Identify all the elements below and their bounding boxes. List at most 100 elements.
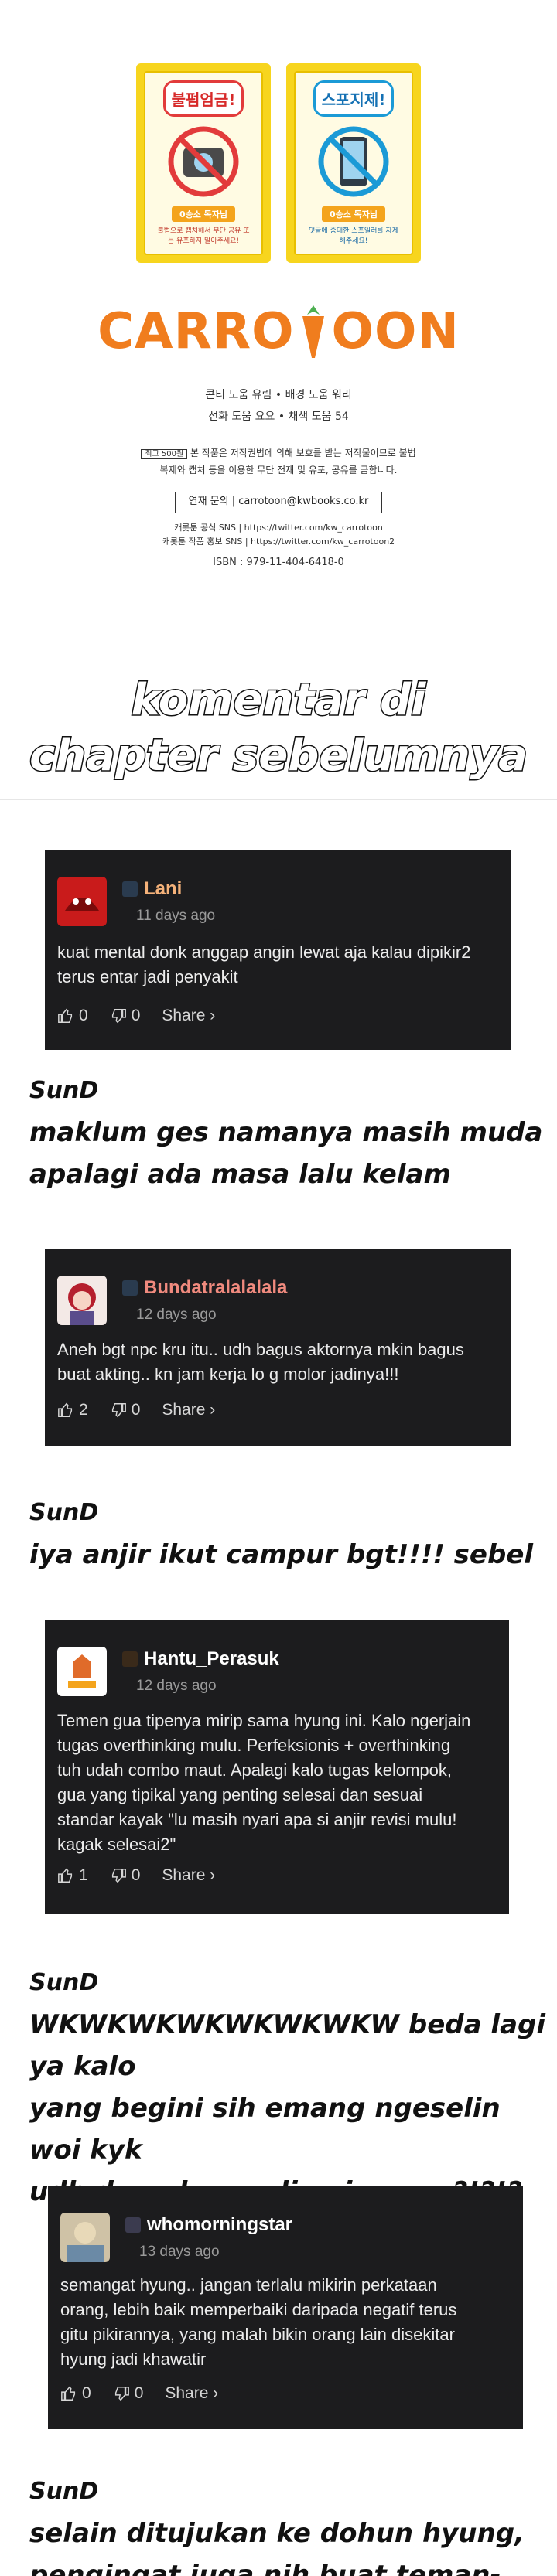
no-camera-icon xyxy=(166,124,241,199)
like-count: 2 xyxy=(79,1401,88,1419)
comment-line: orang, lebih baik memperbaiki daripada n… xyxy=(60,2300,457,2319)
like-button[interactable]: 1 xyxy=(57,1866,88,1885)
no-spoiler-poster: 스포지제! 0승소 독자님 댓글에 중대한 스포일러를 자제해주세요! xyxy=(286,63,421,263)
comment-text: Aneh bgt npc kru itu.. udh bagus aktorny… xyxy=(57,1337,464,1387)
comment-line: gua yang tipikal yang penting selesai da… xyxy=(57,1785,423,1804)
share-button[interactable]: Share › xyxy=(165,2384,218,2403)
notice-tag: 최고 500원 xyxy=(141,449,188,459)
poster-tag: 0승소 독자님 xyxy=(171,206,236,222)
colophon-section: 불펌엄금! 0승소 독자님 불법으로 캡처해서 무단 공유 또는 유포하지 말아… xyxy=(0,0,557,588)
comment-text: semangat hyung.. jangan terlalu mikirin … xyxy=(60,2273,456,2372)
comment-line: hyung jadi khawatir xyxy=(60,2349,207,2369)
comment-line: terus entar jadi penyakit xyxy=(57,967,238,986)
dislike-count: 0 xyxy=(131,1866,141,1884)
notice-text: 본 작품은 저작권법에 의해 보호를 받는 저작물이므로 불법 복제와 캡처 등… xyxy=(159,448,416,475)
dislike-count: 0 xyxy=(131,1401,141,1419)
reply-line: iya anjir ikut campur bgt!!!! sebel xyxy=(29,1539,534,1570)
comment-actions: 0 0 Share › xyxy=(60,2384,218,2403)
credit-line: 선화 도움 요요 • 채색 도움 54 xyxy=(208,411,349,423)
credit-line: 콘티 도움 유림 • 배경 도움 워리 xyxy=(205,389,352,401)
sns-line: 캐롯툰 공식 SNS | https://twitter.com/kw_carr… xyxy=(174,523,383,533)
isbn: ISBN : 979-11-404-6418-0 xyxy=(213,557,344,568)
like-button[interactable]: 0 xyxy=(60,2384,91,2403)
dislike-button[interactable]: 0 xyxy=(110,1401,141,1419)
comment-actions: 2 0 Share › xyxy=(57,1401,215,1419)
commenter-name[interactable]: whomorningstar xyxy=(125,2214,292,2236)
carrotoon-logo: CARRO OON xyxy=(97,300,459,363)
heading-line: komentar di xyxy=(130,674,427,727)
poster-tag: 0승소 독자님 xyxy=(321,206,386,222)
comment-time: 13 days ago xyxy=(139,2244,220,2260)
poster-title: 불펌엄금! xyxy=(162,80,244,117)
commenter-name[interactable]: Bundatralalalala xyxy=(122,1277,287,1299)
thumbs-up-icon xyxy=(58,1008,73,1023)
comment-actions: 0 0 Share › xyxy=(57,1007,215,1025)
comment-actions: 1 0 Share › xyxy=(57,1866,215,1885)
reply-line: pengingat juga nih buat teman-teman xyxy=(29,2560,501,2576)
badge-icon xyxy=(122,881,138,897)
dislike-button[interactable]: 0 xyxy=(110,1007,140,1025)
dislike-count: 0 xyxy=(134,2384,144,2402)
comment-line: gitu pikirannya, yang malah bikin orang … xyxy=(60,2325,455,2344)
comment-text: Temen gua tipenya mirip sama hyung ini. … xyxy=(57,1709,470,1857)
comment-time: 12 days ago xyxy=(136,1307,217,1323)
reply-note: SunD maklum ges namanya masih muda apala… xyxy=(29,1070,542,1195)
like-button[interactable]: 0 xyxy=(57,1007,88,1025)
badge-icon xyxy=(122,1280,138,1296)
thumbs-down-icon xyxy=(114,2387,129,2401)
comment-line: tuh udah combo maut. Apalagi kalo tugas … xyxy=(57,1760,452,1780)
comment-card: whomorningstar 13 days ago semangat hyun… xyxy=(48,2186,523,2429)
divider xyxy=(0,799,557,800)
logo-text-left: CARRO xyxy=(97,303,295,360)
dislike-button[interactable]: 0 xyxy=(113,2384,144,2403)
sns-line: 캐롯툰 작품 홍보 SNS | https://twitter.com/kw_c… xyxy=(162,537,395,547)
comment-card: Lani 11 days ago kuat mental donk anggap… xyxy=(45,850,511,1050)
poster-text: 댓글에 중대한 스포일러를 자제해주세요! xyxy=(308,227,399,245)
thumbs-up-icon xyxy=(58,1402,73,1417)
share-button[interactable]: Share › xyxy=(162,1007,215,1025)
reply-note: SunD WKWKWKWKWKWKWKW beda lagi ya kalo y… xyxy=(29,1962,557,2213)
comment-text: kuat mental donk anggap angin lewat aja … xyxy=(57,940,470,990)
comment-line: semangat hyung.. jangan terlalu mikirin … xyxy=(60,2275,437,2295)
like-button[interactable]: 2 xyxy=(57,1401,88,1419)
comment-line: kagak selesai2" xyxy=(57,1835,176,1854)
reply-note: SunD iya anjir ikut campur bgt!!!! sebel xyxy=(29,1492,533,1576)
carrot-icon xyxy=(296,304,330,359)
reply-line: apalagi ada masa lalu kelam xyxy=(29,1159,451,1190)
commenter-name[interactable]: Hantu_Perasuk xyxy=(122,1648,279,1670)
poster-text: 불법으로 캡처해서 무단 공유 또는 유포하지 말아주세요! xyxy=(157,227,250,245)
reply-note: SunD selain ditujukan ke dohun hyung, pe… xyxy=(29,2471,557,2576)
reply-line: yang begini sih emang ngeselin woi kyk xyxy=(29,2093,501,2165)
share-button[interactable]: Share › xyxy=(162,1401,215,1419)
contact-box: 연재 문의 | carrotoon@kwbooks.co.kr xyxy=(175,492,382,513)
heading-line: chapter sebelumnya xyxy=(29,730,529,782)
commenter-name-label: whomorningstar xyxy=(147,2214,293,2235)
reply-author: SunD xyxy=(29,1969,99,1996)
like-count: 0 xyxy=(82,2384,91,2402)
reply-author: SunD xyxy=(29,2478,99,2505)
thumbs-down-icon xyxy=(111,1009,126,1024)
badge-icon xyxy=(125,2217,141,2233)
avatar xyxy=(57,1276,107,1325)
comment-time: 12 days ago xyxy=(136,1678,217,1694)
thumbs-up-icon xyxy=(58,1868,73,1883)
comment-line: buat akting.. kn jam kerja lo g molor ja… xyxy=(57,1365,399,1384)
like-count: 0 xyxy=(79,1007,88,1024)
thumbs-down-icon xyxy=(111,1869,126,1883)
commenter-name-label: Hantu_Perasuk xyxy=(144,1648,279,1669)
reply-author: SunD xyxy=(29,1499,99,1526)
commenter-name[interactable]: Lani xyxy=(122,878,182,900)
dislike-button[interactable]: 0 xyxy=(110,1866,141,1885)
no-piracy-poster: 불펌엄금! 0승소 독자님 불법으로 캡처해서 무단 공유 또는 유포하지 말아… xyxy=(136,63,271,263)
comment-card: Bundatralalalala 12 days ago Aneh bgt np… xyxy=(45,1249,511,1446)
copyright-notice: 최고 500원 본 작품은 저작권법에 의해 보호를 받는 저작물이므로 불법 … xyxy=(136,445,421,478)
sns-links: 캐롯툰 공식 SNS | https://twitter.com/kw_carr… xyxy=(136,521,421,549)
comment-card: Hantu_Perasuk 12 days ago Temen gua tipe… xyxy=(45,1620,509,1914)
commenter-name-label: Bundatralalalala xyxy=(144,1277,288,1298)
badge-icon xyxy=(122,1651,138,1667)
share-button[interactable]: Share › xyxy=(162,1866,215,1885)
reply-line: selain ditujukan ke dohun hyung, xyxy=(29,2518,525,2549)
comment-time: 11 days ago xyxy=(136,908,216,924)
poster-title: 스포지제! xyxy=(313,80,395,117)
comment-line: tugas overthinking mulu. Perfeksionis + … xyxy=(57,1736,451,1755)
